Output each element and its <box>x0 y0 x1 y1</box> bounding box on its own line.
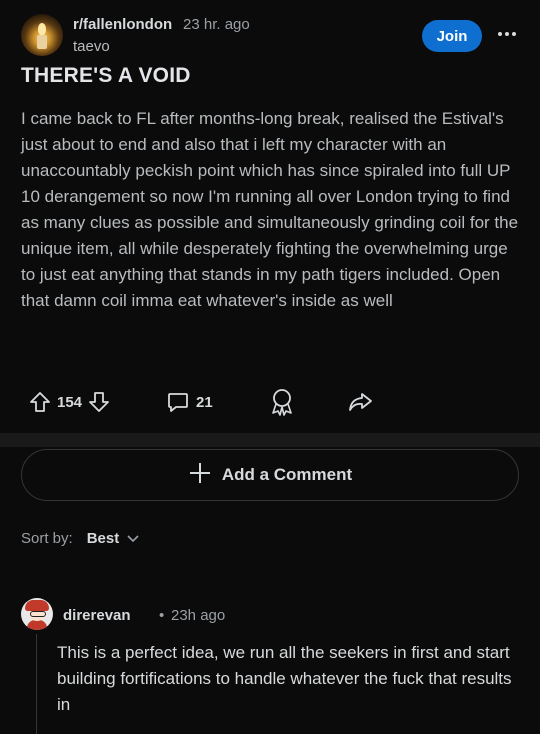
comment-count: 21 <box>196 393 213 411</box>
avatar-shirt <box>27 620 47 630</box>
thread-line[interactable] <box>36 634 37 734</box>
downvote-icon[interactable] <box>88 391 110 413</box>
sort-value: Best <box>86 529 120 547</box>
comments-button[interactable]: 21 <box>166 384 219 420</box>
subreddit-avatar[interactable] <box>21 14 63 56</box>
share-button[interactable] <box>347 384 373 420</box>
add-comment-content: Add a Comment <box>22 450 518 500</box>
candle-flame <box>38 23 46 35</box>
commenter-avatar[interactable] <box>21 598 53 630</box>
more-icon[interactable] <box>498 32 516 38</box>
award-icon <box>269 388 295 416</box>
section-divider <box>0 433 540 447</box>
award-button[interactable] <box>269 384 295 420</box>
avatar-glasses <box>30 611 46 617</box>
post-header: r/fallenlondon 23 hr. ago taevo Join <box>21 14 520 58</box>
comment-separator: • <box>159 607 165 624</box>
comment-username[interactable]: direrevan <box>63 607 131 624</box>
post-author[interactable]: taevo <box>73 38 110 55</box>
comment-icon <box>166 390 190 414</box>
add-comment-label: Add a Comment <box>221 465 353 484</box>
post-time: 23 hr. ago <box>183 16 250 33</box>
plus-icon <box>188 461 212 490</box>
subreddit-link[interactable]: r/fallenlondon <box>73 16 172 33</box>
share-icon <box>347 390 373 414</box>
upvote-icon[interactable] <box>29 391 51 413</box>
post-body: I came back to FL after months-long brea… <box>21 109 519 310</box>
post-title: THERE'S A VOID <box>21 64 191 87</box>
comment-body: This is a perfect idea, we run all the s… <box>57 643 512 714</box>
sort-dropdown[interactable]: Sort by: Best <box>21 527 139 549</box>
post-actions: 154 21 <box>21 384 520 420</box>
avatar-hair <box>25 600 49 611</box>
upvote-count: 154 <box>57 393 83 411</box>
sort-label: Sort by: <box>21 529 73 547</box>
comment-time: 23h ago <box>171 607 226 624</box>
join-button[interactable]: Join <box>422 20 482 52</box>
add-comment-button[interactable]: Add a Comment <box>21 449 519 501</box>
candle <box>37 35 47 49</box>
vote-group: 154 <box>29 384 110 420</box>
chevron-down-icon <box>127 530 139 547</box>
